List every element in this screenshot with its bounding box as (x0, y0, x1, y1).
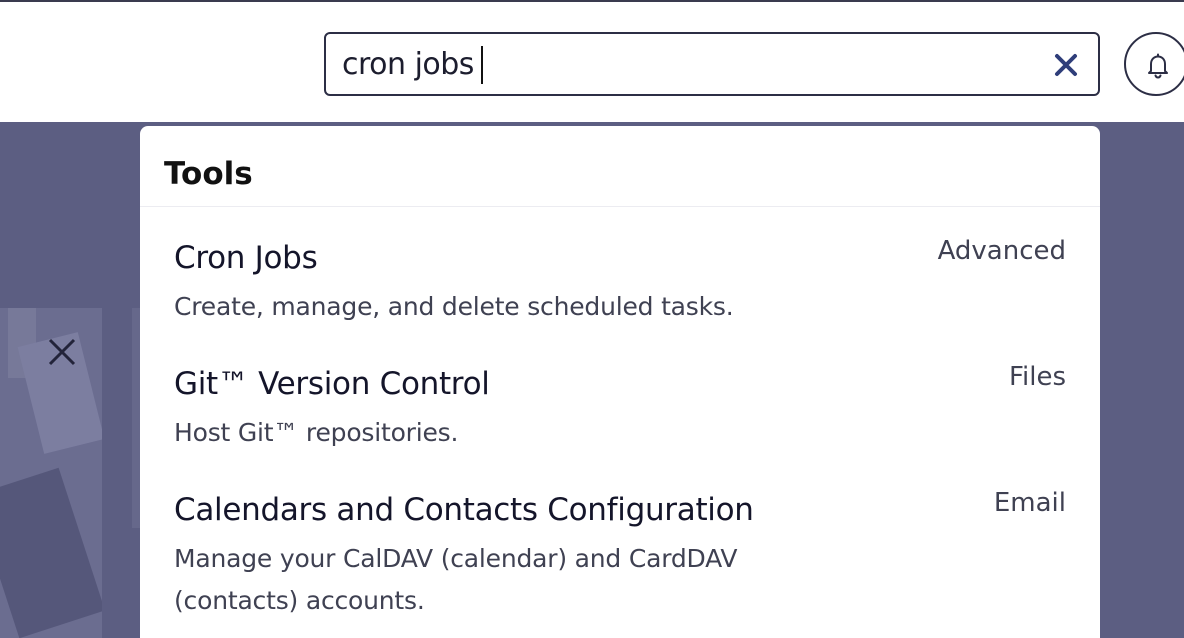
result-description: Host Git™ repositories. (174, 418, 459, 447)
background-close-icon (48, 338, 76, 366)
result-title: Cron Jobs (174, 240, 318, 276)
result-category: Email (993, 488, 1066, 518)
close-icon (1055, 54, 1077, 76)
result-item-calendars-contacts[interactable]: Calendars and Contacts Configuration Man… (140, 488, 1100, 615)
text-caret (481, 46, 483, 84)
search-box[interactable] (324, 32, 1100, 96)
result-title: Calendars and Contacts Configuration (174, 492, 754, 528)
background-thumbnail (0, 467, 102, 638)
section-title: Tools (164, 156, 253, 192)
top-header (0, 0, 1184, 122)
clear-search-button[interactable] (1052, 51, 1080, 79)
result-description: Create, manage, and delete scheduled tas… (174, 292, 734, 321)
result-item-cron-jobs[interactable]: Cron Jobs Create, manage, and delete sch… (140, 236, 1100, 360)
result-category: Files (1008, 362, 1066, 392)
notifications-button[interactable] (1124, 32, 1184, 96)
search-results-panel: Tools Cron Jobs Create, manage, and dele… (140, 126, 1100, 638)
result-description: Manage your CalDAV (calendar) and CardDA… (174, 544, 738, 615)
result-title: Git™ Version Control (174, 366, 490, 402)
search-input[interactable] (342, 44, 1032, 84)
section-divider (140, 206, 1100, 207)
result-category: Advanced (937, 236, 1066, 266)
bell-icon (1148, 53, 1168, 79)
result-item-git-version-control[interactable]: Git™ Version Control Host Git™ repositor… (140, 362, 1100, 486)
